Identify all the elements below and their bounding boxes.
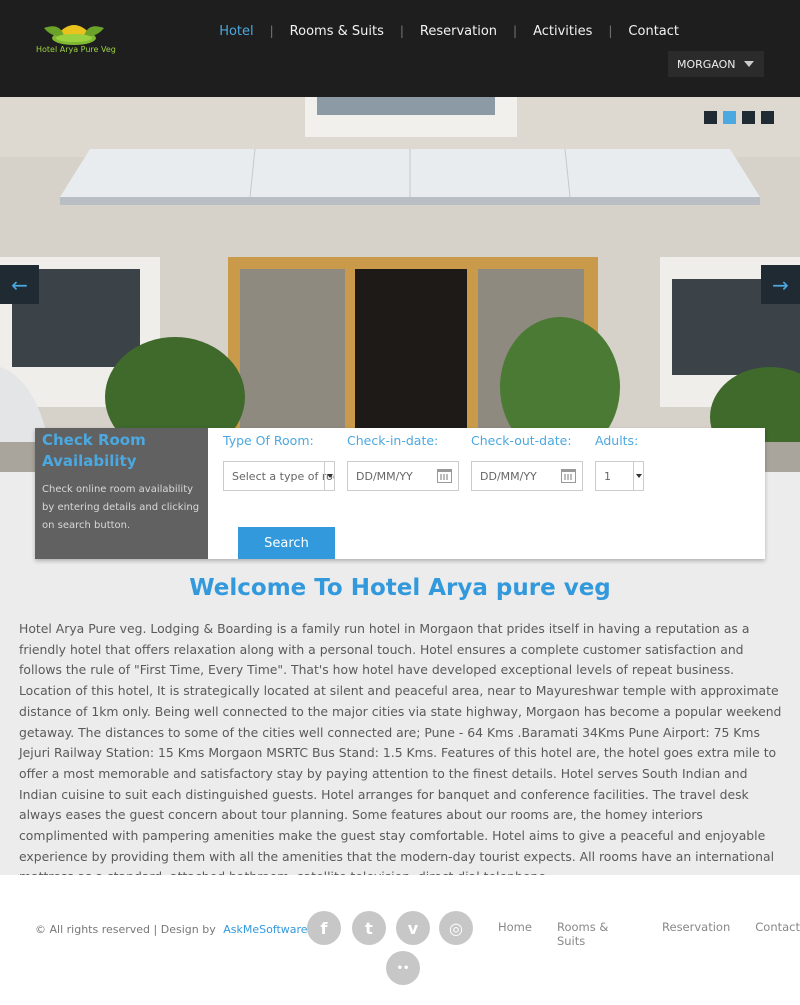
checkout-date-input[interactable]: DD/MM/YY xyxy=(471,461,583,491)
room-type-placeholder: Select a type of room xyxy=(232,469,334,483)
vimeo-icon[interactable]: v xyxy=(396,911,430,945)
hero-slider: ← → xyxy=(0,97,800,472)
nav-item-hotel[interactable]: Hotel xyxy=(203,24,269,39)
slider-dot[interactable] xyxy=(704,111,717,124)
nav-item-activities[interactable]: Activities xyxy=(517,24,608,39)
checkout-placeholder: DD/MM/YY xyxy=(480,469,537,483)
nav-item-contact[interactable]: Contact xyxy=(612,24,695,39)
footer-link-rooms-suits[interactable]: Rooms & Suits xyxy=(557,920,637,948)
main-nav: Hotel | Rooms & Suits | Reservation | Ac… xyxy=(203,22,695,40)
availability-form: Check Room Availability Check online roo… xyxy=(35,428,765,559)
footer-nav: Home Rooms & Suits Reservation Contact xyxy=(498,920,800,948)
hotel-entrance-image xyxy=(0,97,800,472)
checkin-date-input[interactable]: DD/MM/YY xyxy=(347,461,459,491)
caret-down-icon xyxy=(744,61,754,67)
twitter-icon[interactable]: t xyxy=(352,911,386,945)
welcome-title: Welcome To Hotel Arya pure veg xyxy=(189,575,611,601)
footer-link-reservation[interactable]: Reservation xyxy=(662,920,730,948)
calendar-icon[interactable] xyxy=(561,469,576,483)
location-dropdown[interactable]: MORGAON xyxy=(668,51,764,77)
copyright: © All rights reserved | Design by AskMeS… xyxy=(35,923,308,936)
arrow-left-icon: ← xyxy=(11,272,28,297)
adults-value: 1 xyxy=(604,469,611,483)
room-type-label: Type Of Room: xyxy=(223,433,314,448)
site-header: Hotel Arya Pure Veg Hotel | Rooms & Suit… xyxy=(0,0,800,97)
availability-panel: Check Room Availability Check online roo… xyxy=(35,428,208,559)
caret-down-icon xyxy=(633,462,643,490)
footer-link-home[interactable]: Home xyxy=(498,920,532,948)
slider-dot[interactable] xyxy=(742,111,755,124)
slider-dot-active[interactable] xyxy=(723,111,736,124)
search-button[interactable]: Search xyxy=(238,527,335,559)
arrow-right-icon: → xyxy=(772,272,789,297)
calendar-icon[interactable] xyxy=(437,469,452,483)
availability-title: Check Room Availability xyxy=(42,431,146,470)
nav-item-reservation[interactable]: Reservation xyxy=(404,24,513,39)
location-value: MORGAON xyxy=(677,57,736,71)
dribbble-icon[interactable]: ◎ xyxy=(439,911,473,945)
nav-item-rooms-suits[interactable]: Rooms & Suits xyxy=(274,24,400,39)
slider-prev-button[interactable]: ← xyxy=(0,265,39,304)
copyright-text: © All rights reserved | Design by xyxy=(35,923,216,936)
caret-down-icon xyxy=(324,462,334,490)
checkin-label: Check-in-date: xyxy=(347,433,439,448)
slider-dot[interactable] xyxy=(761,111,774,124)
adults-select[interactable]: 1 xyxy=(595,461,644,491)
site-footer: © All rights reserved | Design by AskMeS… xyxy=(0,875,800,1005)
footer-link-contact[interactable]: Contact xyxy=(755,920,800,948)
checkin-placeholder: DD/MM/YY xyxy=(356,469,413,483)
slider-pagination xyxy=(704,111,774,124)
availability-description: Check online room availability by enteri… xyxy=(42,484,200,531)
checkout-label: Check-out-date: xyxy=(471,433,572,448)
slider-next-button[interactable]: → xyxy=(761,265,800,304)
flickr-icon[interactable]: •• xyxy=(386,951,420,985)
designer-link[interactable]: AskMeSoftware xyxy=(223,923,307,936)
welcome-text: Hotel Arya Pure veg. Lodging & Boarding … xyxy=(19,621,782,884)
adults-label: Adults: xyxy=(595,433,639,448)
room-type-select[interactable]: Select a type of room xyxy=(223,461,335,491)
facebook-icon[interactable]: f xyxy=(307,911,341,945)
logo-text: Hotel Arya Pure Veg xyxy=(36,45,116,54)
